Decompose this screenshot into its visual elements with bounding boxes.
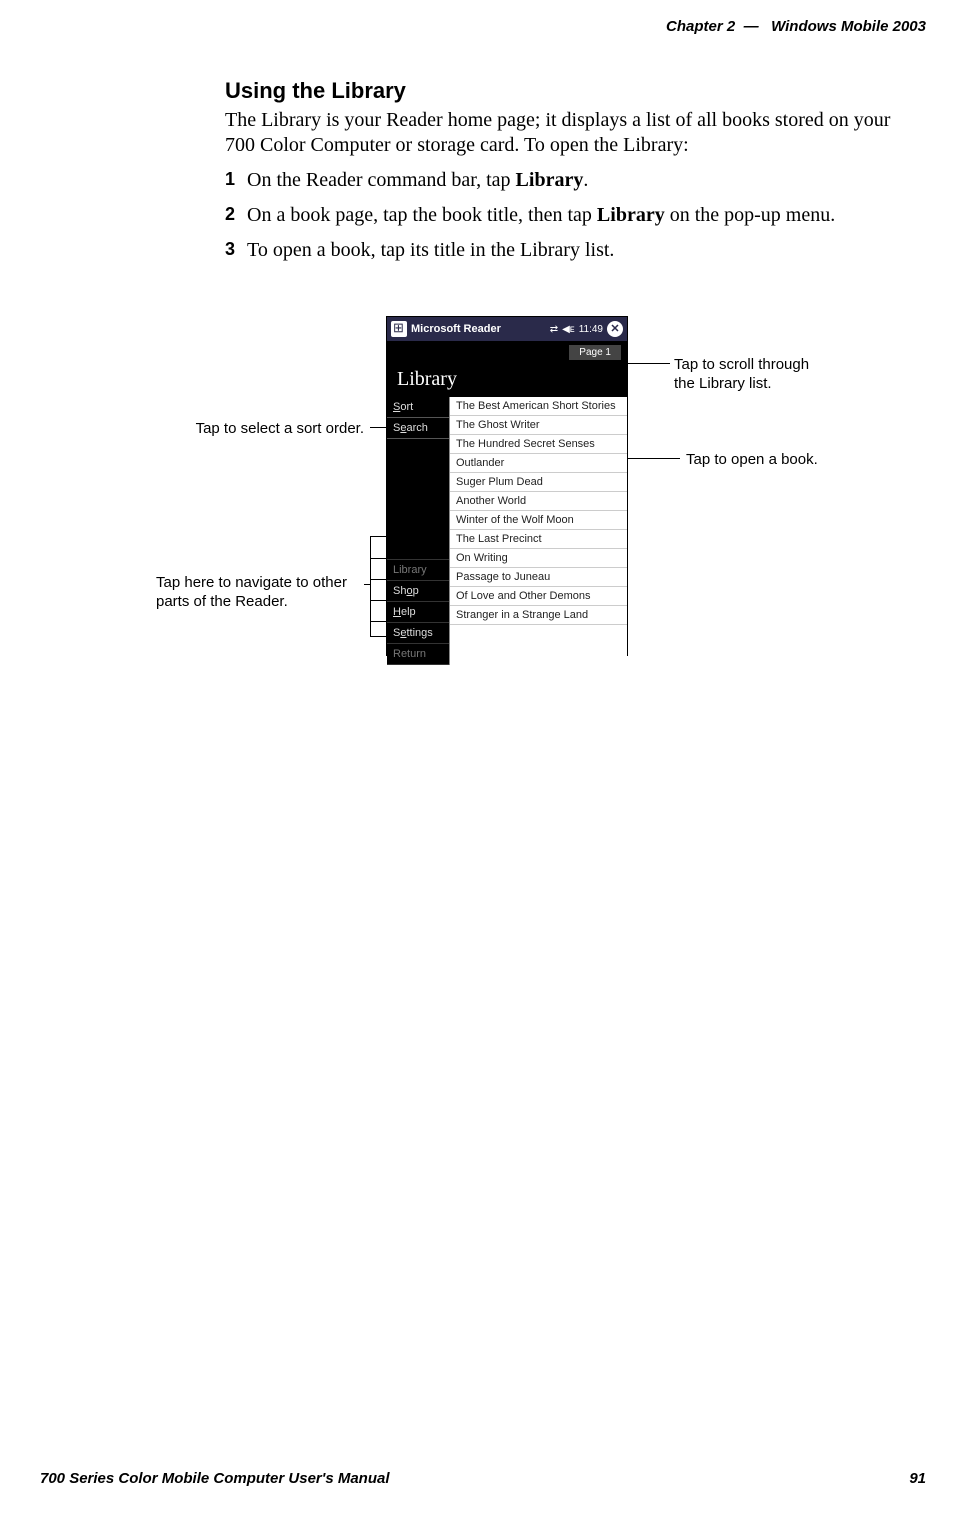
list-item[interactable]: Stranger in a Strange Land (450, 606, 627, 625)
speaker-icon: ◀ᴇ (562, 324, 575, 335)
step-3: 3 To open a book, tap its title in the L… (225, 238, 925, 263)
header-title: Windows Mobile 2003 (771, 18, 926, 35)
sidebar-help[interactable]: Help (387, 602, 449, 623)
clock-text: 11:49 (579, 324, 603, 335)
section-intro: The Library is your Reader home page; it… (225, 108, 925, 158)
step-2: 2 On a book page, tap the book title, th… (225, 203, 925, 228)
callout-line (370, 636, 386, 637)
titlebar: Microsoft Reader ⇄ ◀ᴇ 11:49 ✕ (387, 317, 627, 341)
step-text: On a book page, tap the book title, then… (247, 203, 925, 228)
step-text: To open a book, tap its title in the Lib… (247, 238, 925, 263)
step-num: 3 (225, 238, 247, 263)
book-list: The Best American Short Stories The Ghos… (450, 397, 627, 665)
library-title: Library (397, 368, 457, 391)
page-header: Chapter 2 — Windows Mobile 2003 (666, 18, 926, 35)
callout-line (364, 584, 370, 585)
list-item[interactable]: Outlander (450, 454, 627, 473)
device-screenshot: Microsoft Reader ⇄ ◀ᴇ 11:49 ✕ Library Pa… (386, 316, 628, 656)
library-header: Library Page 1 (387, 341, 627, 397)
page-footer: 700 Series Color Mobile Computer User's … (40, 1470, 926, 1487)
connectivity-icon: ⇄ (550, 324, 558, 335)
app-title: Microsoft Reader (411, 323, 546, 335)
figure: Tap to select a sort order. Tap here to … (150, 316, 930, 666)
list-item[interactable]: Suger Plum Dead (450, 473, 627, 492)
sidebar-library: Library (387, 560, 449, 581)
list-item[interactable]: Passage to Juneau (450, 568, 627, 587)
step-text: On the Reader command bar, tap Library. (247, 168, 925, 193)
body-content: Using the Library The Library is your Re… (225, 78, 925, 273)
step-1: 1 On the Reader command bar, tap Library… (225, 168, 925, 193)
sidebar-shop[interactable]: Shop (387, 581, 449, 602)
callout-open: Tap to open a book. (686, 451, 818, 470)
sidebar-gap (387, 439, 449, 560)
list-item[interactable]: The Ghost Writer (450, 416, 627, 435)
start-icon[interactable] (391, 321, 407, 337)
page-number: 91 (909, 1470, 926, 1487)
footer-title: 700 Series Color Mobile Computer User's … (40, 1470, 390, 1487)
callout-nav: Tap here to navigate to other parts of t… (156, 574, 366, 612)
step-num: 2 (225, 203, 247, 228)
callout-line (370, 536, 386, 537)
list-item[interactable]: The Hundred Secret Senses (450, 435, 627, 454)
chapter-label: Chapter 2 (666, 18, 735, 35)
callout-line (370, 558, 386, 559)
list-item[interactable]: On Writing (450, 549, 627, 568)
close-icon[interactable]: ✕ (607, 321, 623, 337)
callout-line (370, 600, 386, 601)
section-title: Using the Library (225, 78, 925, 104)
callout-line (370, 621, 386, 622)
sidebar-sort[interactable]: Sort (387, 397, 449, 418)
list-item[interactable]: Another World (450, 492, 627, 511)
list-item[interactable]: The Last Precinct (450, 530, 627, 549)
callout-line (370, 579, 386, 580)
callout-line (370, 427, 386, 428)
callout-sort: Tap to select a sort order. (184, 420, 364, 439)
page-indicator[interactable]: Page 1 (569, 345, 621, 360)
step-num: 1 (225, 168, 247, 193)
header-dash: — (744, 18, 759, 35)
sidebar-search[interactable]: Search (387, 418, 449, 439)
sidebar-settings[interactable]: Settings (387, 623, 449, 644)
library-body: Sort Search Library Shop Help Settings R… (387, 397, 627, 665)
status-icons: ⇄ ◀ᴇ 11:49 (550, 324, 603, 335)
list-item[interactable]: Winter of the Wolf Moon (450, 511, 627, 530)
list-item[interactable]: Of Love and Other Demons (450, 587, 627, 606)
sidebar-return: Return (387, 644, 449, 665)
callout-line (626, 363, 670, 364)
sidebar: Sort Search Library Shop Help Settings R… (387, 397, 450, 665)
callout-scroll: Tap to scroll through the Library list. (674, 356, 834, 394)
list-item[interactable]: The Best American Short Stories (450, 397, 627, 416)
